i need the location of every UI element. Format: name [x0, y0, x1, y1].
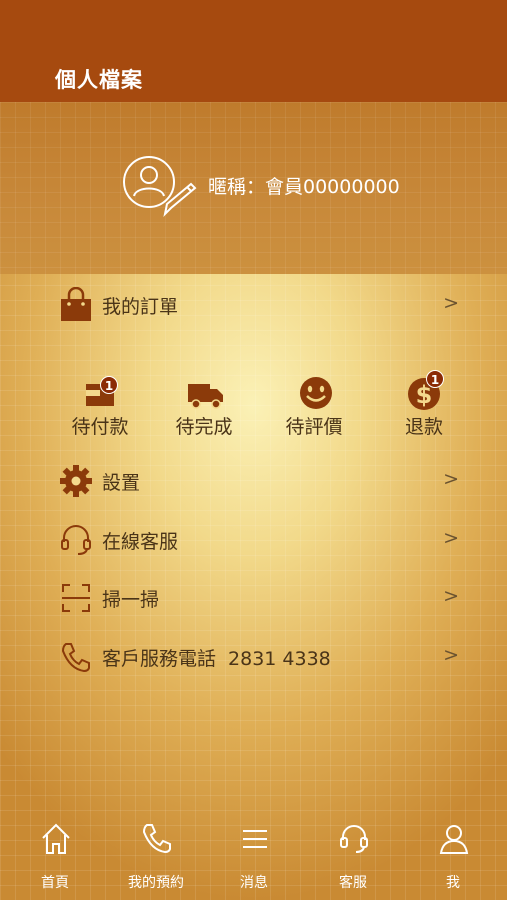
nickname-text: 暱稱：會員00000000: [208, 176, 400, 198]
page-title: 個人檔案: [55, 68, 143, 92]
chevron-right-icon: >: [443, 468, 459, 490]
tab-label: 客服: [339, 875, 367, 891]
status-label: 退款: [404, 416, 443, 438]
chevron-right-icon: >: [443, 585, 459, 607]
tab-my-reservations[interactable]: 我的預約: [106, 822, 206, 892]
order-status-pending-payment[interactable]: 1 待付款: [60, 370, 140, 440]
chevron-right-icon: >: [443, 527, 459, 549]
order-status-refund[interactable]: $ 1 退款: [384, 370, 464, 440]
chevron-right-icon: >: [443, 292, 459, 314]
scan-icon: [62, 584, 90, 612]
phone-icon: [61, 643, 90, 673]
tab-label: 我的預約: [128, 875, 184, 891]
phone-icon: [142, 824, 171, 854]
avatar-edit-button[interactable]: [121, 154, 197, 220]
order-status-to-review[interactable]: 待評價: [274, 370, 354, 440]
settings-label: 設置: [102, 472, 141, 494]
tab-label: 首頁: [41, 875, 69, 891]
pencil-icon: [163, 182, 197, 218]
menu-icon: [243, 830, 267, 848]
gear-icon: [60, 465, 92, 497]
home-icon: [42, 823, 70, 854]
tab-label: 消息: [240, 875, 268, 891]
tab-label: 我: [446, 875, 460, 891]
headset-icon: [340, 825, 368, 853]
service-phone-title: 客戶服務電話: [102, 648, 217, 670]
order-status-to-complete[interactable]: 待完成: [164, 370, 244, 440]
smiley-icon: [300, 377, 332, 409]
scan-row[interactable]: 掃一掃 >: [0, 571, 507, 625]
service-phone-row[interactable]: 客戶服務電話 2831 4338 >: [0, 630, 507, 684]
chevron-right-icon: >: [443, 644, 459, 666]
tab-home[interactable]: 首頁: [5, 822, 105, 892]
tab-me[interactable]: 我: [403, 822, 503, 892]
headset-icon: [61, 525, 91, 555]
status-label: 待完成: [175, 416, 233, 438]
avatar-icon: [123, 156, 197, 218]
tab-customer-service[interactable]: 客服: [303, 822, 403, 892]
badge-count: 1: [100, 376, 118, 394]
settings-row[interactable]: 設置 >: [0, 454, 507, 508]
status-label: 待付款: [71, 416, 129, 438]
tab-messages[interactable]: 消息: [204, 822, 304, 892]
my-orders-row[interactable]: 我的訂單 >: [0, 278, 507, 332]
truck-icon: [188, 384, 223, 409]
status-label: 待評價: [285, 416, 343, 438]
bottom-tab-bar: 首頁 我的預約 消息 客服 我: [0, 812, 507, 900]
my-orders-label: 我的訂單: [102, 296, 179, 318]
shopping-bag-icon: [61, 287, 91, 321]
user-icon: [439, 825, 469, 854]
header-bar: 個人檔案: [0, 0, 507, 102]
scan-label: 掃一掃: [102, 589, 160, 611]
online-service-label: 在線客服: [102, 531, 179, 553]
service-phone-label: 客戶服務電話 2831 4338: [102, 644, 331, 671]
online-service-row[interactable]: 在線客服 >: [0, 513, 507, 567]
service-phone-number: 2831 4338: [228, 648, 331, 670]
badge-count: 1: [426, 370, 444, 388]
